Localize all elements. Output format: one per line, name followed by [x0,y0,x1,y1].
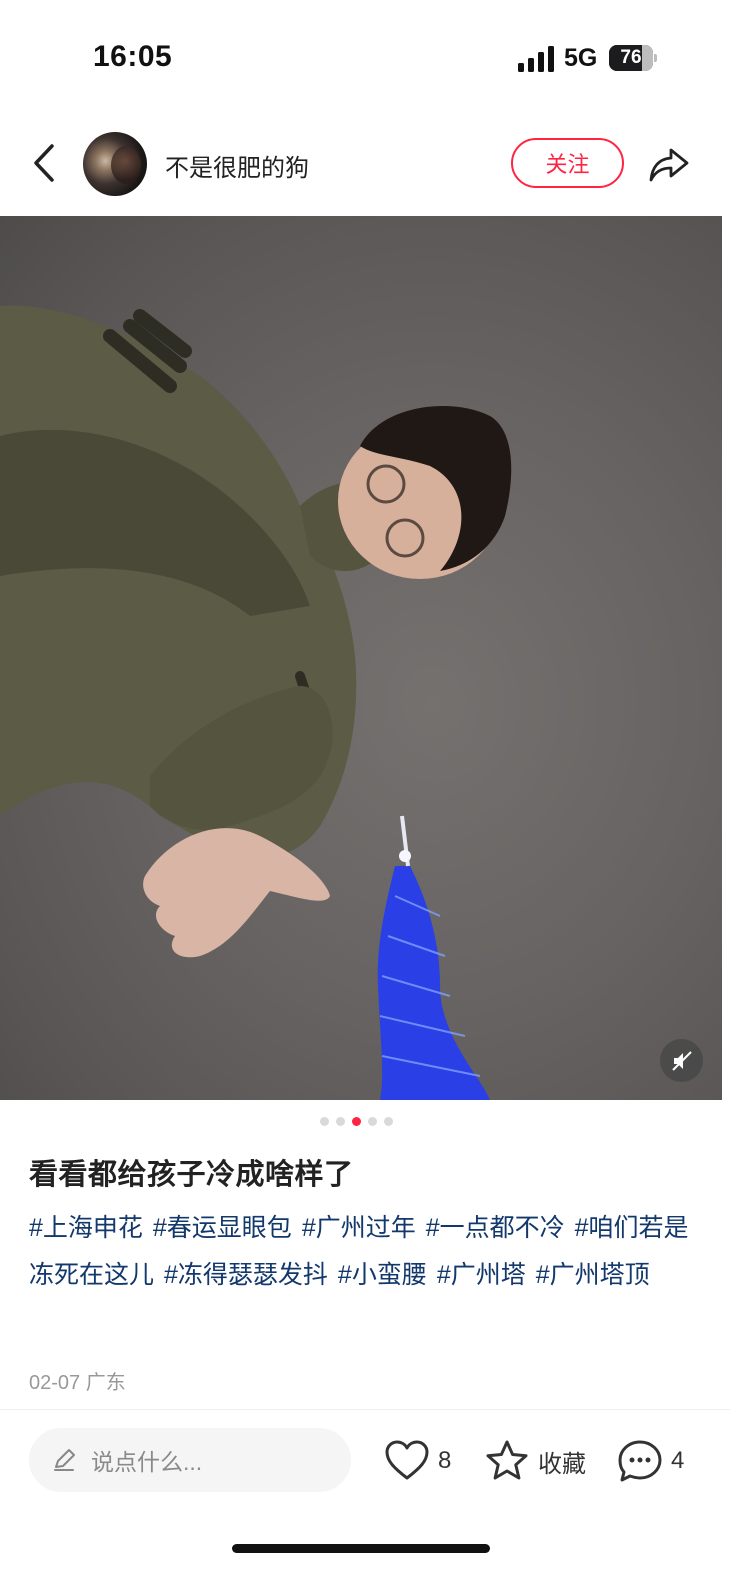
hashtag[interactable]: #上海申花 [29,1214,143,1242]
comment-count: 4 [671,1447,685,1474]
share-arrow-icon[interactable] [647,142,691,186]
post-meta: 02-07 广东 [29,1366,126,1395]
like-count: 8 [438,1447,452,1474]
hashtag[interactable]: #小蛮腰 [338,1261,427,1289]
carousel-dot [384,1117,393,1126]
divider [0,1409,730,1410]
post-header: 不是很肥的狗 关注 [0,120,730,216]
pencil-icon [54,1449,75,1471]
cellular-signal-icon [518,46,554,72]
heart-icon [385,1440,429,1480]
hashtag[interactable]: #春运显眼包 [153,1214,292,1242]
back-button[interactable] [26,140,62,186]
collect-button[interactable]: 收藏 [484,1436,586,1486]
hashtag[interactable]: #广州过年 [302,1214,416,1242]
carousel-dot [320,1117,329,1126]
author-name[interactable]: 不是很肥的狗 [165,148,309,183]
hashtag-list: #上海申花 #春运显眼包 #广州过年 #一点都不冷 #咱们若是冻死在这儿 #冻得瑟瑟发抖 #… [29,1205,704,1299]
network-type: 5G [564,44,598,72]
status-time: 16:05 [93,40,173,73]
post-location: 广东 [85,1372,126,1394]
speaker-muted-icon [671,1050,692,1071]
comment-input[interactable]: 说点什么... [29,1428,351,1492]
follow-button[interactable]: 关注 [511,138,624,188]
author-avatar[interactable] [83,132,147,196]
carousel-indicator [320,1117,393,1127]
mute-button[interactable] [660,1039,703,1082]
like-button[interactable]: 8 [384,1436,451,1486]
battery-percent: 76 [620,47,642,68]
carousel-dot [336,1117,345,1126]
carousel-dot [368,1117,377,1126]
collect-label: 收藏 [538,1450,586,1478]
photo-illustration [0,305,512,1100]
hashtag[interactable]: #一点都不冷 [426,1214,565,1242]
post-image[interactable] [0,216,722,1100]
status-bar: 16:05 5G 76 [0,0,730,120]
hashtag[interactable]: #广州塔 [437,1261,526,1289]
battery-icon: 76 [609,45,657,71]
comment-button[interactable]: 4 [617,1436,684,1486]
home-indicator [232,1544,490,1553]
carousel-dot-active [352,1117,361,1126]
star-icon [486,1440,528,1480]
hashtag[interactable]: #广州塔顶 [536,1261,650,1289]
chevron-left-icon [34,144,54,182]
post-title: 看看都给孩子冷成啥样了 [29,1159,354,1191]
post-date: 02-07 [29,1372,81,1394]
comment-bubble-icon [618,1440,662,1482]
comment-placeholder: 说点什么... [91,1449,203,1475]
hashtag[interactable]: #冻得瑟瑟发抖 [164,1261,328,1289]
